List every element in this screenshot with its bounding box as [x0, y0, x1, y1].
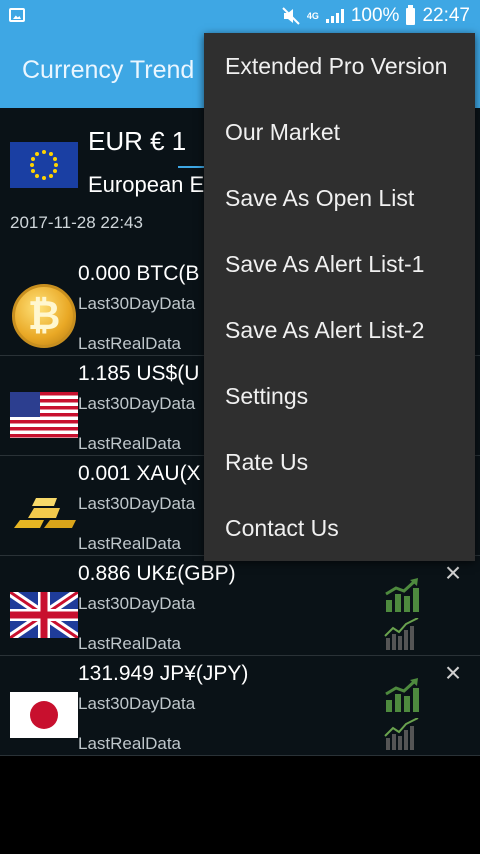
- gold-bars-icon: [10, 492, 78, 538]
- menu-item-extended-pro[interactable]: Extended Pro Version: [204, 33, 475, 99]
- chart-icon[interactable]: [384, 678, 420, 712]
- bitcoin-icon: ₿: [12, 284, 76, 348]
- status-bar: 4G 100% 22:47: [0, 0, 480, 32]
- gallery-icon: [9, 8, 25, 22]
- menu-item-save-alert-list-1[interactable]: Save As Alert List-1: [204, 231, 475, 297]
- battery-icon: [406, 4, 416, 25]
- mute-icon: [282, 7, 300, 25]
- list-item[interactable]: 131.949 JP¥(JPY) Last30DayData LastRealD…: [0, 656, 480, 756]
- currency-value: 1.185 US$(U: [78, 362, 200, 385]
- currency-value: 131.949 JP¥(JPY): [78, 662, 249, 685]
- network-type: 4G: [306, 10, 319, 21]
- eu-flag-icon: [10, 142, 78, 188]
- menu-item-our-market[interactable]: Our Market: [204, 99, 475, 165]
- battery-percent: 100%: [350, 5, 400, 26]
- lastreal-label[interactable]: LastRealData: [78, 634, 181, 654]
- lastreal-label[interactable]: LastRealData: [78, 534, 181, 554]
- base-amount[interactable]: EUR € 1: [88, 126, 186, 157]
- close-icon[interactable]: ×: [440, 559, 466, 587]
- menu-item-rate-us[interactable]: Rate Us: [204, 429, 475, 495]
- last30-label[interactable]: Last30DayData: [78, 494, 195, 514]
- last30-label[interactable]: Last30DayData: [78, 394, 195, 414]
- menu-item-contact-us[interactable]: Contact Us: [204, 495, 475, 561]
- base-currency-name: European E: [88, 172, 205, 197]
- last30-label[interactable]: Last30DayData: [78, 694, 195, 714]
- menu-item-save-alert-list-2[interactable]: Save As Alert List-2: [204, 297, 475, 363]
- currency-value: 0.001 XAU(X: [78, 462, 201, 485]
- currency-value: 0.000 BTC(B: [78, 262, 200, 285]
- lastreal-label[interactable]: LastRealData: [78, 434, 181, 454]
- last30-label[interactable]: Last30DayData: [78, 594, 195, 614]
- chart-icon[interactable]: [384, 578, 420, 612]
- japan-flag-icon: [10, 692, 78, 738]
- trend-icon[interactable]: [384, 618, 420, 650]
- list-item[interactable]: 0.886 UK£(GBP) Last30DayData LastRealDat…: [0, 556, 480, 656]
- close-icon[interactable]: ×: [440, 659, 466, 687]
- overflow-menu: Extended Pro Version Our Market Save As …: [204, 33, 475, 561]
- lastreal-label[interactable]: LastRealData: [78, 734, 181, 754]
- signal-icon: [325, 9, 344, 23]
- trend-icon[interactable]: [384, 718, 420, 750]
- update-timestamp: 2017-11-28 22:43: [10, 213, 143, 232]
- us-flag-icon: [10, 392, 78, 438]
- last30-label[interactable]: Last30DayData: [78, 294, 195, 314]
- uk-flag-icon: [10, 592, 78, 638]
- currency-value: 0.886 UK£(GBP): [78, 562, 236, 585]
- clock: 22:47: [422, 5, 470, 26]
- lastreal-label[interactable]: LastRealData: [78, 334, 181, 354]
- menu-item-save-open-list[interactable]: Save As Open List: [204, 165, 475, 231]
- menu-item-settings[interactable]: Settings: [204, 363, 475, 429]
- app-title: Currency Trend: [22, 56, 195, 84]
